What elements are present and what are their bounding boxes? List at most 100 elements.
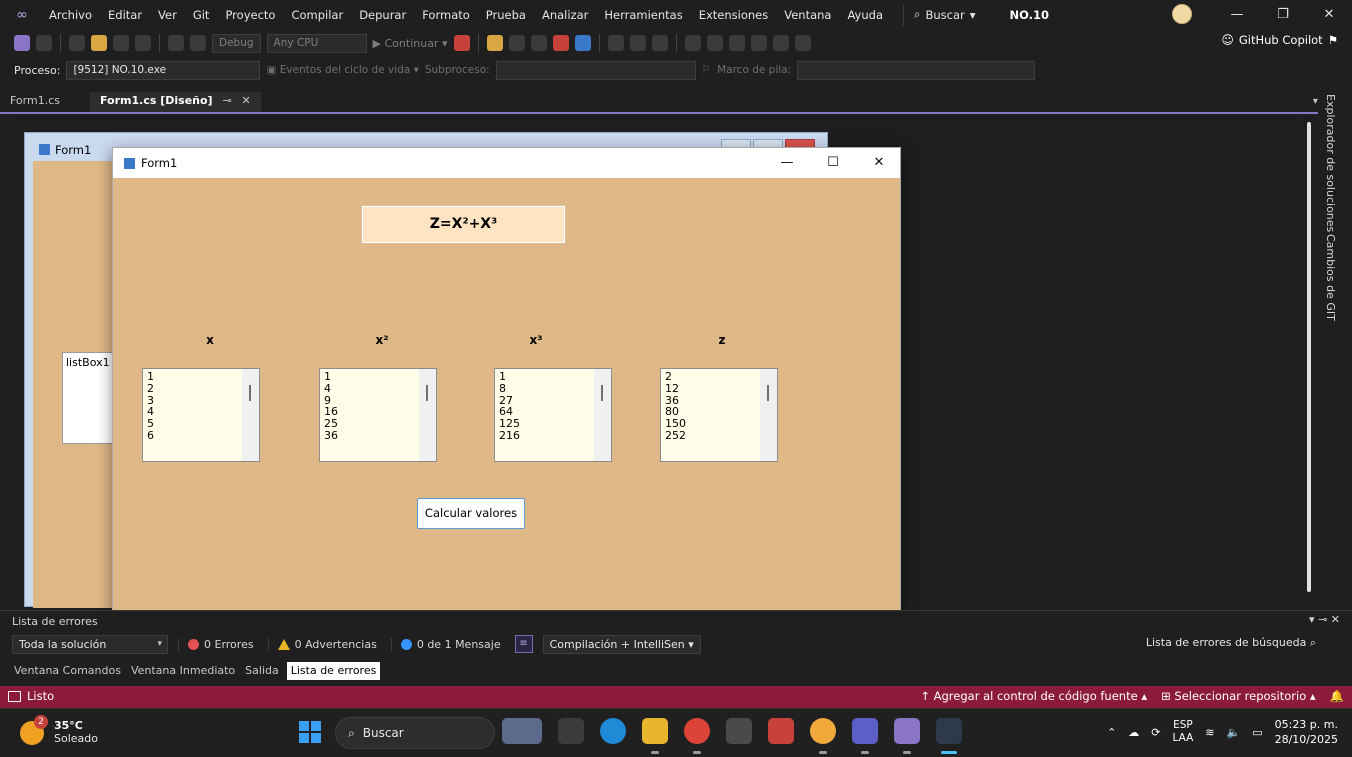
menu-herramientas[interactable]: Herramientas (596, 3, 690, 27)
clock[interactable]: 05:23 p. m. 28/10/2025 (1275, 717, 1338, 747)
flag-icon[interactable]: ⚐ (702, 64, 711, 76)
filter-icon[interactable]: ≡ (514, 635, 533, 653)
menu-depurar[interactable]: Depurar (351, 3, 414, 27)
scrollbar-thumb[interactable] (1307, 122, 1311, 592)
stack-frame-select[interactable] (797, 60, 1036, 80)
start-button[interactable] (299, 721, 321, 743)
autocad-icon[interactable] (768, 718, 794, 744)
chrome-icon[interactable] (684, 718, 710, 754)
form-maximize-button[interactable]: ☐ (810, 148, 856, 178)
diagnostic-icon[interactable] (486, 35, 503, 51)
chrome-profile-icon[interactable] (810, 718, 836, 754)
tab-form1-designer[interactable]: Form1.cs [Diseño] ⊸ ✕ (89, 92, 261, 112)
scrollbar-thumb[interactable] (601, 385, 603, 401)
menu-ventana[interactable]: Ventana (776, 3, 839, 27)
add-source-control-button[interactable]: ↑ Agregar al control de código fuente ▴ (920, 689, 1147, 703)
tab-output[interactable]: Salida (243, 662, 281, 680)
layout-icon[interactable] (508, 35, 525, 51)
file-explorer-icon[interactable] (642, 718, 668, 754)
messages-filter-button[interactable]: 0 de 1 Mensaje (390, 637, 505, 651)
configuration-select[interactable]: Debug (212, 33, 261, 53)
menu-archivo[interactable]: Archivo (41, 3, 100, 27)
designer-scrollbar[interactable] (1302, 116, 1316, 602)
align-right-icon[interactable] (728, 35, 745, 51)
menu-editar[interactable]: Editar (100, 3, 150, 27)
taskbar-search[interactable]: ⌕ Buscar (335, 717, 495, 749)
feedback-icon[interactable]: ⚑ (1328, 33, 1338, 47)
scrollbar-thumb[interactable] (767, 385, 769, 401)
grid-icon[interactable] (794, 35, 811, 51)
app-icon[interactable] (726, 718, 752, 744)
github-copilot-button[interactable]: ☺ GitHub Copilot ⚑ (1221, 33, 1338, 47)
pin-icon[interactable]: ⊸ (222, 94, 231, 107)
menu-git[interactable]: Git (185, 3, 218, 27)
notifications-icon[interactable]: 🔔 (1330, 689, 1344, 703)
tab-form1-cs[interactable]: Form1.cs (0, 92, 70, 112)
pause-icon[interactable] (530, 35, 547, 51)
menu-prueba[interactable]: Prueba (478, 3, 534, 27)
step-into-icon[interactable] (629, 35, 646, 51)
form-minimize-button[interactable]: — (764, 148, 810, 178)
weather-widget[interactable]: 2 35°C Soleado (20, 715, 98, 745)
errors-filter-button[interactable]: 0 Errores (178, 637, 258, 651)
warnings-filter-button[interactable]: 0 Advertencias (267, 637, 381, 651)
menu-proyecto[interactable]: Proyecto (217, 3, 283, 27)
widgets-icon[interactable] (502, 718, 542, 744)
error-search-input[interactable]: Lista de errores de búsqueda ⌕ (1126, 633, 1316, 653)
sync-icon[interactable]: ⟳ (1151, 726, 1160, 739)
wifi-icon[interactable]: ≋ (1205, 726, 1214, 739)
scrollbar-thumb[interactable] (426, 385, 428, 401)
hot-reload-icon[interactable] (453, 35, 470, 51)
list-item[interactable]: 36 (324, 430, 338, 442)
save-icon[interactable] (113, 35, 129, 51)
scrollbar-thumb[interactable] (249, 385, 251, 401)
listbox-z[interactable]: 2 12 36 80 150 252 (660, 368, 778, 462)
language-indicator[interactable]: ESP LAA (1173, 719, 1194, 745)
onedrive-icon[interactable]: ☁ (1128, 726, 1139, 739)
align-center-icon[interactable] (706, 35, 723, 51)
listbox-x2[interactable]: 1 4 9 16 25 36 (319, 368, 437, 462)
list-item[interactable]: 4 (324, 382, 338, 395)
visual-studio-icon[interactable] (894, 718, 920, 754)
menu-compilar[interactable]: Compilar (283, 3, 351, 27)
close-window-button[interactable]: ✕ (1306, 0, 1352, 29)
list-item[interactable]: 252 (665, 430, 686, 442)
build-filter-select[interactable]: Compilación + IntelliSen ▾ (542, 634, 701, 654)
lifecycle-events-button[interactable]: ▣ Eventos del ciclo de vida ▾ (266, 64, 418, 76)
listbox-scrollbar[interactable] (242, 369, 259, 461)
list-item[interactable]: 12 (665, 382, 686, 395)
restore-button[interactable]: ❐ (1260, 0, 1306, 29)
stop-icon[interactable] (552, 35, 569, 51)
menu-ayuda[interactable]: Ayuda (839, 3, 891, 27)
thread-select[interactable] (495, 60, 696, 80)
side-tab-solution-explorer[interactable]: Explorador de soluciones (1324, 94, 1337, 232)
save-all-icon[interactable] (135, 35, 151, 51)
restart-icon[interactable] (574, 35, 591, 51)
list-item[interactable]: 6 (147, 430, 154, 442)
forward-icon[interactable] (36, 35, 52, 51)
continue-button[interactable]: ▶ Continuar ▾ (373, 37, 448, 50)
list-item[interactable]: 2 (147, 382, 154, 395)
listbox-x3[interactable]: 1 8 27 64 125 216 (494, 368, 612, 462)
back-icon[interactable] (14, 35, 30, 51)
global-search-button[interactable]: ⌕ Buscar ▾ (903, 3, 986, 26)
platform-select[interactable]: Any CPU (266, 33, 367, 53)
battery-icon[interactable]: ▭ (1252, 726, 1262, 739)
menu-ver[interactable]: Ver (150, 3, 185, 27)
spacing-icon[interactable] (772, 35, 789, 51)
menu-formato[interactable]: Formato (414, 3, 478, 27)
account-avatar[interactable] (1172, 4, 1192, 24)
listbox-scrollbar[interactable] (419, 369, 436, 461)
calculate-button[interactable]: Calcular valores (417, 498, 525, 529)
select-repository-button[interactable]: ⊞ Seleccionar repositorio ▴ (1161, 689, 1316, 703)
tab-immediate-window[interactable]: Ventana Inmediato (129, 662, 237, 680)
listbox-scrollbar[interactable] (760, 369, 777, 461)
volume-icon[interactable]: 🔈 (1226, 726, 1240, 739)
scope-select[interactable]: Toda la solución ▾ (12, 634, 168, 654)
teams-icon[interactable] (852, 718, 878, 754)
tab-command-window[interactable]: Ventana Comandos (12, 662, 123, 680)
size-icon[interactable] (750, 35, 767, 51)
step-out-icon[interactable] (651, 35, 668, 51)
close-icon[interactable]: ✕ (242, 94, 251, 107)
listbox-x[interactable]: 1 2 3 4 5 6 (142, 368, 260, 462)
